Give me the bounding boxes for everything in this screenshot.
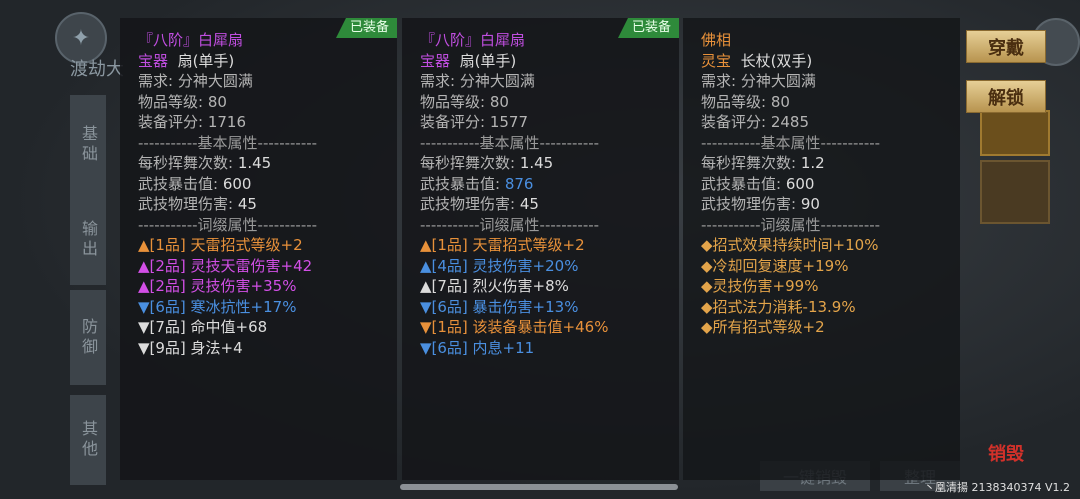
item-tooltip-selected: 佛相 灵宝 长杖(双手) 需求: 分神大圆满 物品等级: 80 装备评分: 24… [683, 18, 960, 480]
item-tooltip-equipped-1: 已装备 『八阶』白犀扇 宝器 扇(单手) 需求: 分神大圆满 物品等级: 80 … [120, 18, 397, 480]
item-name: 佛相 [701, 31, 732, 49]
affix-line: ▲[1品] 天雷招式等级+2 [138, 236, 303, 254]
affix-line: ▼[9品] 身法+4 [138, 338, 243, 357]
affix-attributes-header: -----------词缀属性----------- [138, 215, 318, 234]
equipped-badge: 已装备 [617, 18, 679, 38]
affix-line: ◆招式效果持续时间+10% [701, 236, 879, 254]
item-type-label: 灵宝 [701, 51, 732, 70]
side-tab-basic[interactable]: 基础 [70, 95, 106, 195]
affix-line: ◆招式法力消耗-13.9% [701, 297, 856, 316]
side-tab-other[interactable]: 其他 [70, 395, 106, 485]
base-attribute: 每秒挥舞次数: 1.45 [420, 154, 554, 172]
gear-score: 装备评分: 1577 [420, 113, 528, 131]
affix-line: ◆冷却回复速度+19% [701, 256, 849, 275]
item-level: 物品等级: 80 [701, 92, 790, 111]
affix-line: ◆灵技伤害+99% [701, 277, 819, 295]
affix-line: ▼[7品] 命中值+68 [138, 318, 268, 336]
unlock-button[interactable]: 解锁 [966, 80, 1046, 113]
item-requirement: 需求: 分神大圆满 [420, 72, 535, 90]
base-attribute: 武技物理伤害: 90 [701, 195, 820, 213]
base-attribute: 武技暴击值: 876 [420, 174, 534, 193]
background-title: 渡劫大 [70, 59, 124, 80]
affix-line: ▲[2品] 灵技天雷伤害+42 [138, 256, 313, 275]
affix-line: ▼[6品] 内息+11 [420, 338, 535, 357]
affix-attributes-header: -----------词缀属性----------- [420, 215, 600, 234]
item-tooltip-equipped-2: 已装备 『八阶』白犀扇 宝器 扇(单手) 需求: 分神大圆满 物品等级: 80 … [402, 18, 679, 480]
side-tab-defense[interactable]: 防御 [70, 290, 106, 385]
equip-button[interactable]: 穿戴 [966, 30, 1046, 63]
affix-line: ▼[1品] 该装备暴击值+46% [420, 318, 609, 336]
base-attributes-header: -----------基本属性----------- [420, 133, 600, 152]
inventory-slot[interactable] [980, 110, 1050, 156]
gear-score: 装备评分: 1716 [138, 113, 246, 131]
destroy-button[interactable]: 销毁 [988, 440, 1024, 466]
side-tab-output[interactable]: 输出 [70, 195, 106, 285]
item-type-value: 扇(单手) [177, 51, 235, 70]
affix-line: ▼[6品] 暴击伤害+13% [420, 297, 579, 316]
base-attribute: 武技物理伤害: 45 [420, 195, 539, 213]
version-label: 丶凰清揚 2138340374 V1.2 [924, 481, 1070, 494]
item-requirement: 需求: 分神大圆满 [701, 72, 816, 90]
affix-line: ▲[4品] 灵技伤害+20% [420, 256, 579, 275]
item-type-label: 宝器 [138, 51, 169, 70]
affix-line: ▲[7品] 烈火伤害+8% [420, 277, 569, 295]
base-attribute: 每秒挥舞次数: 1.2 [701, 154, 825, 172]
base-attribute: 每秒挥舞次数: 1.45 [138, 154, 272, 172]
affix-line: ▲[1品] 天雷招式等级+2 [420, 236, 585, 254]
horizontal-scrollbar[interactable] [400, 484, 678, 490]
base-attributes-header: -----------基本属性----------- [138, 133, 318, 152]
item-level: 物品等级: 80 [138, 92, 227, 111]
inventory-slot[interactable] [980, 160, 1050, 224]
base-attribute: 武技暴击值: 600 [701, 174, 815, 193]
equipped-badge: 已装备 [335, 18, 397, 38]
item-type-value: 扇(单手) [459, 51, 517, 70]
base-attribute: 武技物理伤害: 45 [138, 195, 257, 213]
affix-line: ◆所有招式等级+2 [701, 318, 825, 336]
item-requirement: 需求: 分神大圆满 [138, 72, 253, 90]
affix-attributes-header: -----------词缀属性----------- [701, 215, 881, 234]
gear-score: 装备评分: 2485 [701, 113, 809, 131]
base-attributes-header: -----------基本属性----------- [701, 133, 881, 152]
item-type-value: 长杖(双手) [740, 51, 813, 70]
affix-line: ▲[2品] 灵技伤害+35% [138, 277, 297, 295]
item-type-label: 宝器 [420, 51, 451, 70]
item-level: 物品等级: 80 [420, 92, 509, 111]
base-attribute: 武技暴击值: 600 [138, 174, 252, 193]
affix-line: ▼[6品] 寒冰抗性+17% [138, 297, 297, 316]
